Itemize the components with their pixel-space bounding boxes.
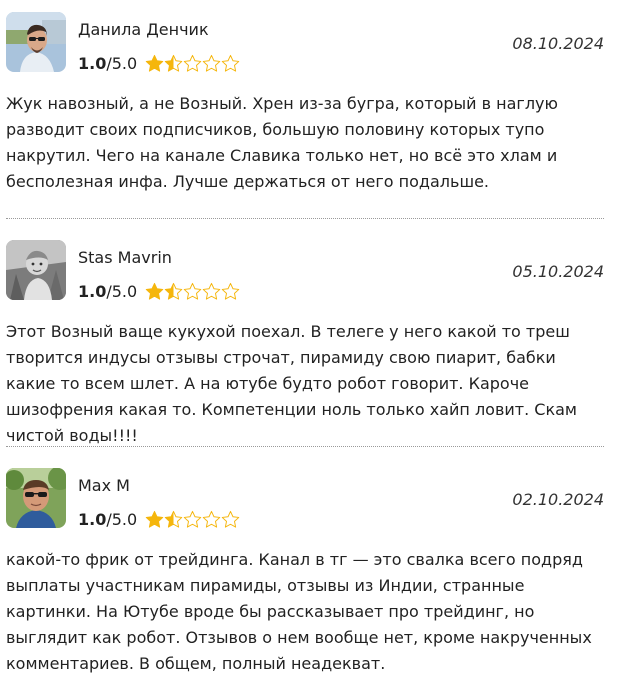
star-rating bbox=[145, 54, 240, 73]
star-half-icon bbox=[164, 54, 183, 72]
avatar bbox=[6, 468, 66, 528]
author-name: Stas Mavrin bbox=[78, 248, 172, 267]
review-list: Данила Денчик 1.0 /5.0 08.10.2024 Жук на… bbox=[0, 0, 624, 684]
rating-scale: /5.0 bbox=[106, 53, 138, 73]
rating-score: 1.0 bbox=[78, 509, 107, 529]
star-half-icon bbox=[164, 282, 183, 300]
rating-scale: /5.0 bbox=[106, 281, 138, 301]
rating: 1.0 /5.0 bbox=[78, 280, 240, 302]
star-empty-icon bbox=[221, 282, 240, 300]
star-empty-icon bbox=[221, 510, 240, 528]
star-full-icon bbox=[145, 282, 164, 300]
rating-score: 1.0 bbox=[78, 281, 107, 301]
star-empty-icon bbox=[183, 54, 202, 72]
star-rating bbox=[145, 282, 240, 301]
star-rating bbox=[145, 510, 240, 529]
avatar bbox=[6, 12, 66, 72]
author-name: Данила Денчик bbox=[78, 20, 209, 39]
star-full-icon bbox=[145, 510, 164, 528]
star-empty-icon bbox=[221, 54, 240, 72]
rating: 1.0 /5.0 bbox=[78, 508, 240, 530]
star-empty-icon bbox=[202, 282, 221, 300]
divider bbox=[6, 218, 604, 219]
user-avatar-sunglasses-icon bbox=[6, 12, 66, 72]
star-empty-icon bbox=[183, 282, 202, 300]
user-avatar-child-photo-icon bbox=[6, 240, 66, 300]
rating-score: 1.0 bbox=[78, 53, 107, 73]
review-date: 08.10.2024 bbox=[512, 34, 604, 53]
star-full-icon bbox=[145, 54, 164, 72]
review-date: 05.10.2024 bbox=[512, 262, 604, 281]
user-avatar-sunglasses-outdoor-icon bbox=[6, 468, 66, 528]
star-empty-icon bbox=[183, 510, 202, 528]
review-date: 02.10.2024 bbox=[512, 490, 604, 509]
review-text: какой-то фрик от трейдинга. Канал в тг —… bbox=[6, 550, 592, 673]
star-empty-icon bbox=[202, 510, 221, 528]
rating: 1.0 /5.0 bbox=[78, 52, 240, 74]
rating-scale: /5.0 bbox=[106, 509, 138, 529]
divider bbox=[6, 446, 604, 447]
review-text: Жук навозный, а не Возный. Хрен из-за бу… bbox=[6, 94, 558, 191]
author-name: Max M bbox=[78, 476, 130, 495]
star-empty-icon bbox=[202, 54, 221, 72]
avatar bbox=[6, 240, 66, 300]
review-text: Этот Возный ваще кукухой поехал. В телег… bbox=[6, 322, 577, 445]
star-half-icon bbox=[164, 510, 183, 528]
